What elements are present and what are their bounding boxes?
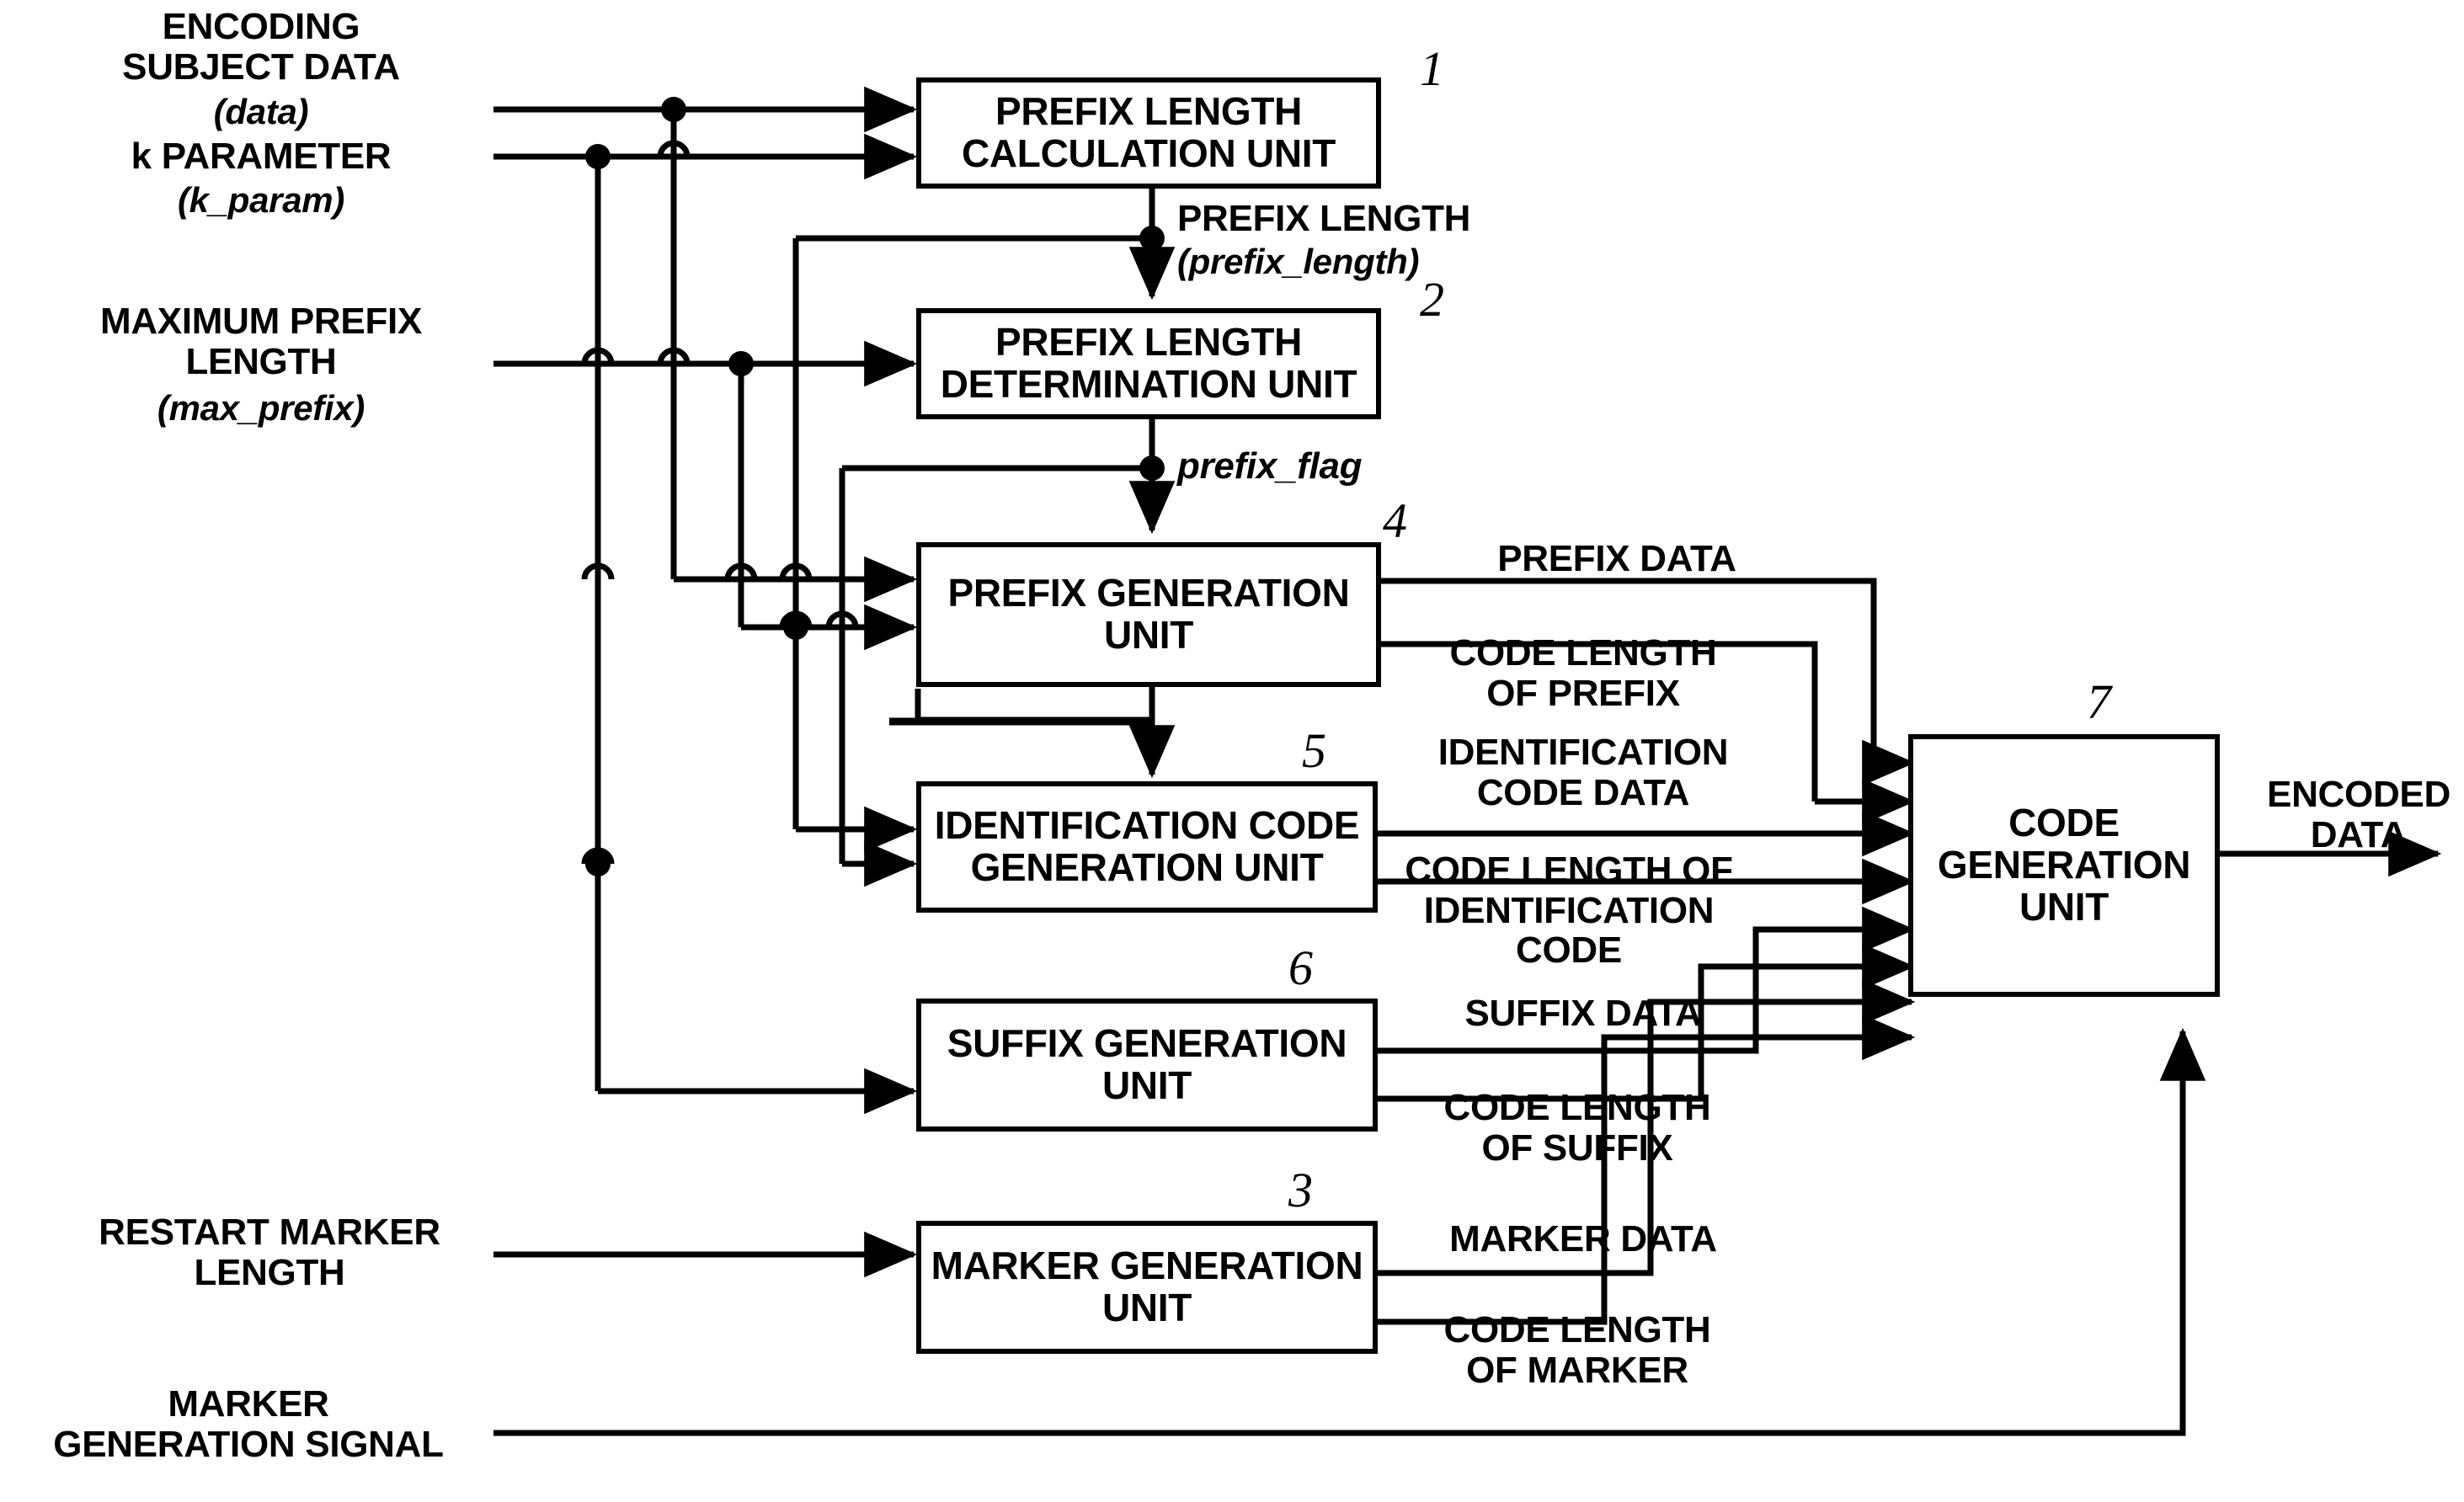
input-label-restart-marker-length: RESTART MARKER LENGTH bbox=[99, 1212, 440, 1293]
input-label-maxprefix: MAXIMUM PREFIX LENGTH bbox=[99, 301, 423, 382]
input-label-kparam: k PARAMETER bbox=[131, 136, 392, 177]
signal-label-prefix-flag: prefix_flag bbox=[1177, 445, 1363, 487]
ref-number-3: 3 bbox=[1288, 1163, 1313, 1217]
signal-label-suffix-data: SUFFIX DATA bbox=[1464, 993, 1702, 1034]
ref-number-1: 1 bbox=[1420, 41, 1444, 96]
input-label-marker-generation-signal: MARKER GENERATION SIGNAL bbox=[53, 1383, 444, 1465]
input-signal-maxprefix: (max_prefix) bbox=[157, 388, 365, 428]
wire-code-length-of-marker bbox=[1375, 1014, 1916, 1325]
signal-sub-prefix-length: (prefix_length) bbox=[1177, 242, 1420, 281]
block-identification-code-generation-unit[interactable]: IDENTIFICATION CODE GENERATION UNIT bbox=[916, 781, 1378, 913]
ref-number-5: 5 bbox=[1302, 723, 1326, 778]
ref-number-6: 6 bbox=[1288, 940, 1313, 995]
input-signal-data: (data) bbox=[213, 92, 309, 131]
block-code-generation-unit[interactable]: CODE GENERATION UNIT bbox=[1908, 734, 2220, 997]
signal-label-code-length-of-prefix: CODE LENGTH OF PREFIX bbox=[1449, 632, 1717, 714]
signal-label-code-length-of-marker: CODE LENGTH OF MARKER bbox=[1443, 1309, 1711, 1391]
block-marker-generation-unit[interactable]: MARKER GENERATION UNIT bbox=[916, 1221, 1378, 1354]
signal-label-code-length-of-suffix: CODE LENGTH OF SUFFIX bbox=[1443, 1087, 1711, 1169]
input-label-data: ENCODING SUBJECT DATA bbox=[122, 6, 400, 88]
output-label-encoded-data: ENCODED DATA bbox=[2267, 774, 2451, 855]
block-prefix-generation-unit[interactable]: PREFIX GENERATION UNIT bbox=[916, 542, 1381, 687]
signal-label-prefix-data: PREFIX DATA bbox=[1497, 538, 1736, 579]
block-suffix-generation-unit[interactable]: SUFFIX GENERATION UNIT bbox=[916, 999, 1378, 1132]
block-prefix-length-determination-unit[interactable]: PREFIX LENGTH DETERMINATION UNIT bbox=[916, 308, 1381, 419]
ref-number-7: 7 bbox=[2087, 674, 2111, 729]
patent-block-diagram: ENCODING SUBJECT DATA (data) k PARAMETER… bbox=[0, 0, 2464, 1502]
signal-label-marker-data: MARKER DATA bbox=[1449, 1218, 1717, 1260]
signal-label-code-length-of-identification-code: CODE LENGTH OF IDENTIFICATION CODE bbox=[1405, 850, 1733, 972]
input-signal-kparam: (k_param) bbox=[177, 180, 345, 220]
signal-label-identification-code-data: IDENTIFICATION CODE DATA bbox=[1437, 732, 1729, 813]
block-prefix-length-calculation-unit[interactable]: PREFIX LENGTH CALCULATION UNIT bbox=[916, 77, 1381, 189]
signal-label-prefix-length: PREFIX LENGTH bbox=[1177, 198, 1471, 239]
